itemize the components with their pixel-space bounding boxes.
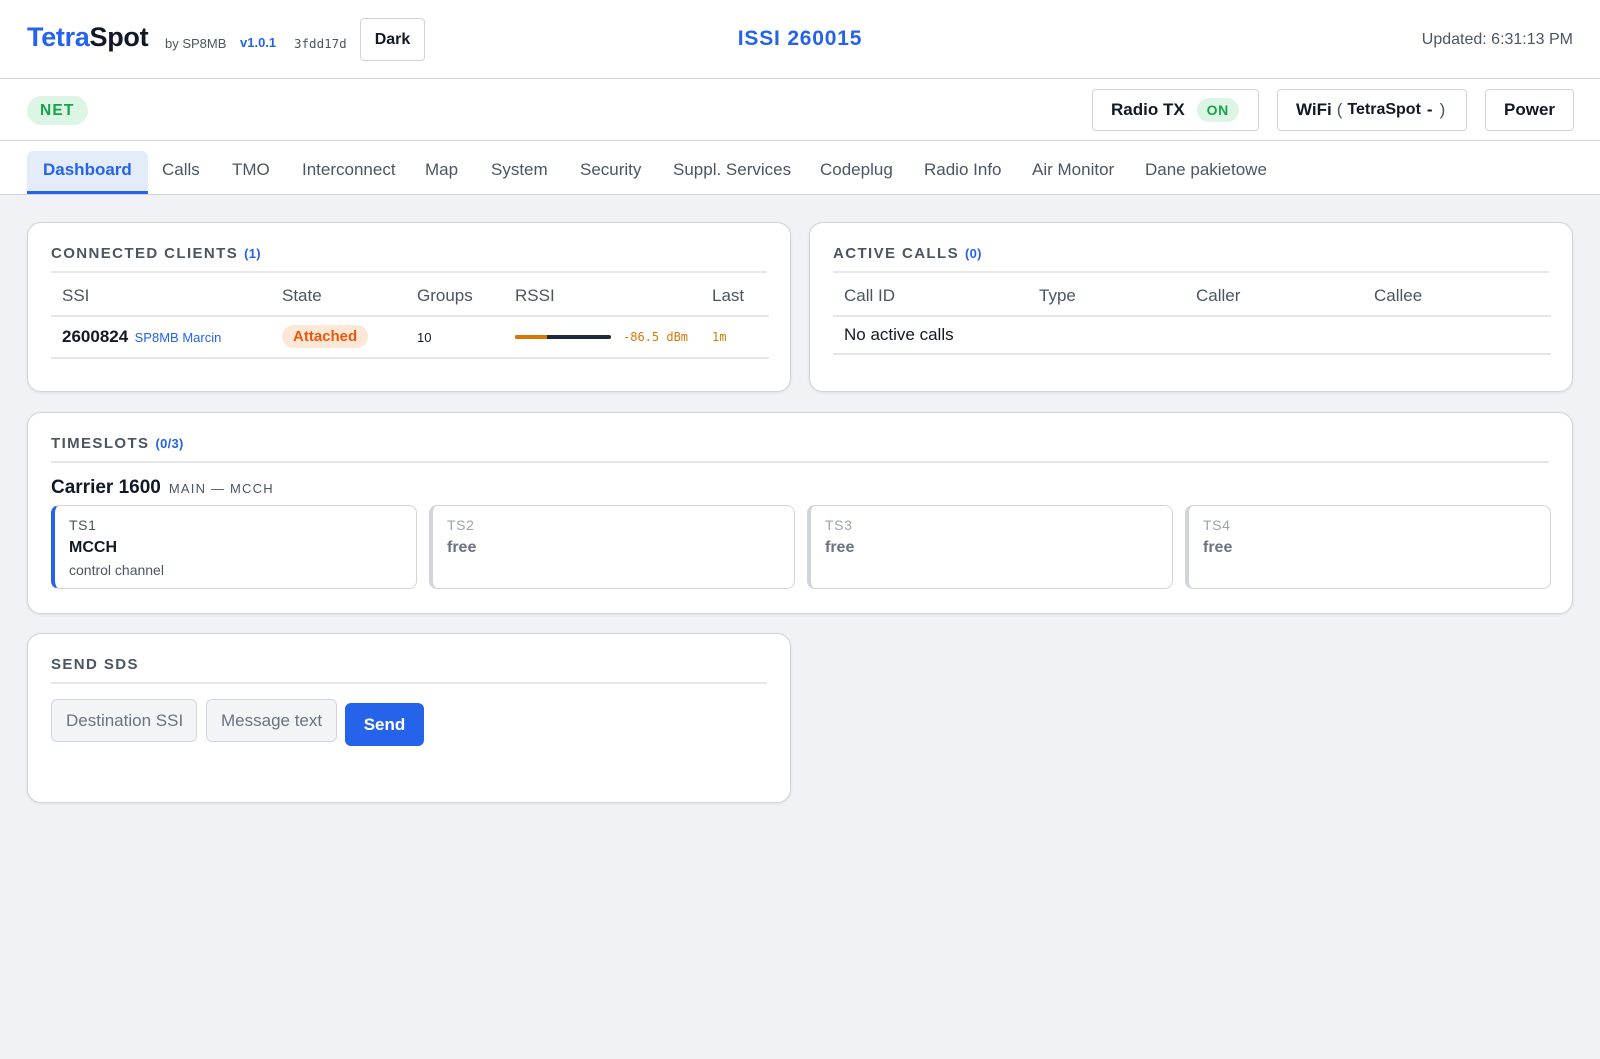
col-callee: Callee: [1363, 275, 1551, 317]
timeslots-title: TIMESLOTS (0/3): [51, 435, 1549, 463]
cell-rssi: -86.5 dBm: [504, 316, 701, 359]
timeslot-label: TS2: [447, 517, 475, 533]
wifi-paren-open: (: [1336, 100, 1343, 119]
carrier-name: Carrier 1600: [51, 477, 161, 498]
timeslot-label: TS1: [69, 517, 97, 533]
tab-system[interactable]: System: [491, 151, 548, 194]
rssi-bar: [515, 335, 611, 339]
wifi-label: WiFi: [1296, 100, 1332, 119]
col-call-id: Call ID: [833, 275, 1028, 317]
updated-timestamp: Updated: 6:31:13 PM: [1421, 31, 1573, 48]
radio-tx-button[interactable]: Radio TX ON: [1092, 89, 1259, 131]
tab-air-monitor[interactable]: Air Monitor: [1032, 151, 1114, 194]
rssi-meter: -86.5 dBm: [515, 330, 701, 344]
issi-title: ISSI 260015: [737, 27, 863, 50]
radio-tx-state-badge: ON: [1196, 98, 1239, 122]
wifi-separator: -: [1426, 100, 1433, 119]
tab-dane-pakietowe[interactable]: Dane pakietowe: [1145, 151, 1267, 194]
tab-interconnect[interactable]: Interconnect: [302, 151, 396, 194]
client-ssi: 2600824: [62, 327, 129, 346]
timeslot-name: free: [1203, 539, 1233, 556]
carrier-heading: Carrier 1600 MAIN — MCCH: [51, 477, 274, 499]
col-state: State: [271, 275, 406, 317]
timeslot-name: MCCH: [69, 539, 117, 556]
wifi-button[interactable]: WiFi ( TetraSpot - ): [1277, 89, 1467, 131]
wifi-paren-close: ): [1439, 100, 1446, 119]
tab-dashboard[interactable]: Dashboard: [27, 151, 148, 194]
destination-ssi-input[interactable]: [51, 699, 197, 742]
timeslot-ts4[interactable]: TS4 free: [1185, 505, 1551, 589]
client-rssi: -86.5 dBm: [623, 330, 689, 344]
message-text-input[interactable]: [206, 699, 337, 742]
tab-calls[interactable]: Calls: [162, 151, 200, 194]
col-caller: Caller: [1185, 275, 1363, 317]
send-sds-button[interactable]: Send: [345, 703, 424, 746]
carrier-subtitle: MAIN — MCCH: [168, 481, 274, 496]
col-last: Last: [701, 275, 769, 317]
timeslots-count: (0/3): [155, 436, 184, 451]
timeslot-name: free: [825, 539, 855, 556]
clients-count: (1): [244, 246, 261, 261]
connected-clients-card: CONNECTED CLIENTS (1) SSI State Groups RS…: [27, 222, 791, 392]
card-title-text: TIMESLOTS: [51, 435, 150, 452]
card-title-text: CONNECTED CLIENTS: [51, 245, 239, 262]
col-groups: Groups: [406, 275, 504, 317]
col-rssi: RSSI: [504, 275, 701, 317]
cell-state: Attached: [271, 316, 406, 359]
timeslot-ts1[interactable]: TS1 MCCH control channel: [51, 505, 417, 589]
timeslot-label: TS4: [1203, 517, 1231, 533]
timeslot-ts2[interactable]: TS2 free: [429, 505, 795, 589]
tab-map[interactable]: Map: [425, 151, 458, 194]
net-status-badge: NET: [27, 96, 88, 125]
app-header: TetraSpot by SP8MB v1.0.1 3fdd17d Dark I…: [0, 0, 1600, 79]
timeslot-name: free: [447, 539, 477, 556]
tab-tmo[interactable]: TMO: [232, 151, 270, 194]
active-calls-title: ACTIVE CALLS (0): [833, 245, 1549, 273]
wifi-ssid: TetraSpot: [1347, 101, 1421, 118]
radio-tx-label: Radio TX: [1111, 100, 1185, 119]
tab-security[interactable]: Security: [580, 151, 641, 194]
power-button[interactable]: Power: [1485, 89, 1574, 131]
send-sds-title: SEND SDS: [51, 656, 767, 684]
connected-clients-title: CONNECTED CLIENTS (1): [51, 245, 767, 273]
timeslot-label: TS3: [825, 517, 853, 533]
tab-codeplug[interactable]: Codeplug: [820, 151, 893, 194]
col-ssi: SSI: [51, 275, 271, 317]
col-type: Type: [1028, 275, 1185, 317]
clients-table: SSI State Groups RSSI Last 2600824 SP8MB…: [51, 275, 769, 359]
tab-suppl-services[interactable]: Suppl. Services: [673, 151, 791, 194]
client-state-badge: Attached: [282, 325, 369, 348]
table-header-row: SSI State Groups RSSI Last: [51, 275, 769, 317]
client-name: SP8MB Marcin: [134, 330, 222, 345]
client-last-seen: 1m: [701, 316, 769, 359]
table-row: No active calls: [833, 316, 1551, 355]
tab-radio-info[interactable]: Radio Info: [924, 151, 1002, 194]
cell-ssi: 2600824 SP8MB Marcin: [51, 316, 271, 359]
active-calls-card: ACTIVE CALLS (0) Call ID Type Caller Call…: [809, 222, 1573, 392]
tab-bar: Dashboard Calls TMO Interconnect Map Sys…: [0, 141, 1600, 195]
calls-count: (0): [964, 246, 982, 261]
rssi-bar-fill: [515, 335, 547, 339]
status-bar: NET Radio TX ON WiFi ( TetraSpot - ) Pow…: [0, 79, 1600, 141]
card-title-text: ACTIVE CALLS: [833, 245, 959, 262]
timeslots-card: TIMESLOTS (0/3) Carrier 1600 MAIN — MCCH T…: [27, 412, 1573, 614]
client-groups: 10: [406, 316, 504, 359]
timeslot-ts3[interactable]: TS3 free: [807, 505, 1173, 589]
timeslot-description: control channel: [69, 562, 164, 578]
table-header-row: Call ID Type Caller Callee: [833, 275, 1551, 317]
no-calls-message: No active calls: [833, 316, 1551, 355]
table-row[interactable]: 2600824 SP8MB Marcin Attached 10 -86.5 d…: [51, 316, 769, 359]
send-sds-card: SEND SDS Send: [27, 633, 791, 803]
calls-table: Call ID Type Caller Callee No active cal…: [833, 275, 1551, 355]
